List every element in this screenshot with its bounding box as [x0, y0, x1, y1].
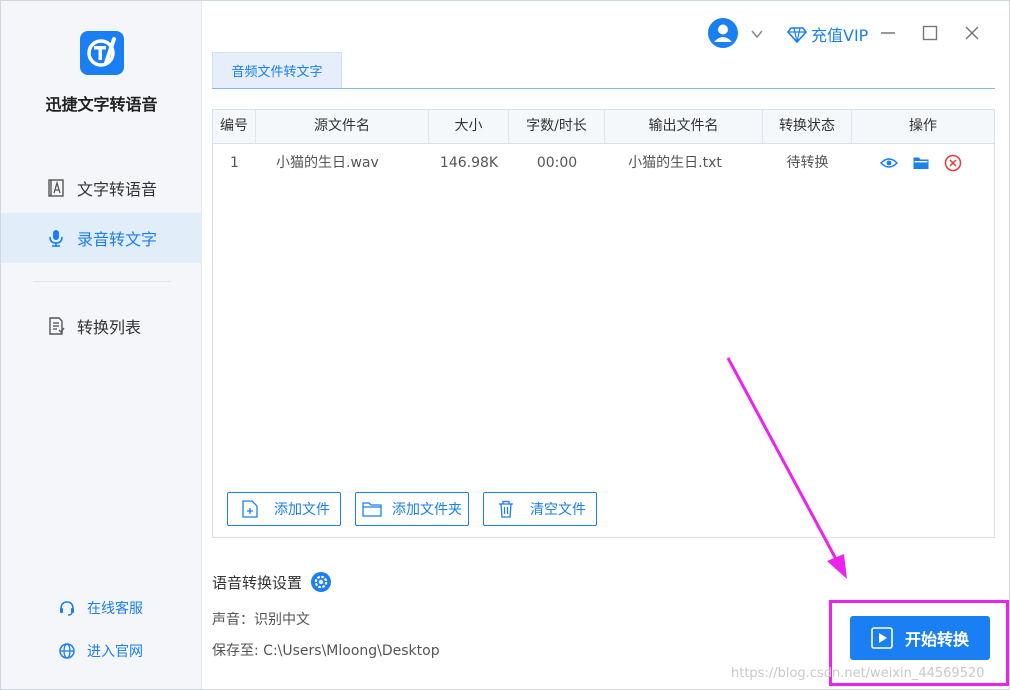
sidebar-item-label: 转换列表 [77, 318, 142, 337]
minimize-button[interactable] [877, 22, 899, 44]
table-row[interactable]: 1 小猫的生日.wav 146.98K 00:00 小猫的生日.txt 待转换 [213, 148, 994, 178]
microphone-icon [45, 227, 67, 249]
list-doc-icon [45, 315, 67, 337]
column-header-actions: 操作 [909, 118, 937, 134]
table-header: 编号 源文件名 大小 字数/时长 输出文件名 转换状态 操作 [213, 110, 994, 144]
column-header-index: 编号 [213, 110, 256, 143]
gear-icon[interactable] [310, 571, 332, 593]
row-duration: 00:00 [536, 155, 578, 171]
folder-icon[interactable] [911, 154, 931, 172]
app-name: 迅捷文字转语音 [45, 95, 158, 114]
clear-files-button[interactable]: 清空文件 [483, 492, 597, 526]
delete-icon[interactable] [943, 154, 963, 172]
user-icon[interactable] [708, 18, 738, 48]
sidebar-item-text-to-speech[interactable]: 文字转语音 [1, 163, 202, 213]
chevron-down-icon[interactable] [750, 27, 764, 41]
start-conversion-button[interactable]: 开始转换 [850, 616, 990, 660]
sidebar-item-conversion-list[interactable]: 转换列表 [1, 301, 202, 351]
settings-title: 语音转换设置 [212, 571, 332, 593]
text-to-speech-icon [45, 177, 67, 199]
column-header-source: 源文件名 [256, 110, 429, 143]
app-window: 迅捷文字转语音 文字转语音 录音转文字 转换列表 在线客服 进入官网 充值VIP… [0, 0, 1010, 690]
clear-files-label: 清空文件 [530, 502, 586, 518]
close-button[interactable] [961, 22, 983, 44]
play-icon [871, 627, 893, 649]
row-index: 1 [230, 155, 239, 171]
official-site-link[interactable]: 进入官网 [57, 641, 143, 661]
column-header-output: 输出文件名 [605, 110, 763, 143]
maximize-button[interactable] [919, 22, 941, 44]
watermark: https://blog.csdn.net/weixin_44569520 [731, 666, 985, 681]
online-service-label: 在线客服 [87, 601, 143, 617]
sidebar-item-label: 录音转文字 [77, 230, 158, 249]
row-actions [879, 154, 975, 172]
vip-label: 充值VIP [811, 26, 869, 45]
trash-icon [496, 499, 516, 519]
sidebar-divider [33, 281, 171, 282]
row-size: 146.98K [439, 155, 499, 171]
online-service-link[interactable]: 在线客服 [57, 598, 143, 618]
app-logo [80, 31, 124, 75]
row-source-file: 小猫的生日.wav [276, 155, 379, 171]
globe-icon [57, 641, 77, 661]
add-folder-label: 添加文件夹 [392, 502, 462, 518]
add-file-label: 添加文件 [274, 502, 330, 518]
add-file-button[interactable]: 添加文件 [227, 492, 341, 526]
add-file-icon [240, 499, 260, 519]
tab-underline [212, 88, 995, 89]
save-path[interactable]: 保存至: C:\Users\Mloong\Desktop [212, 640, 440, 660]
eye-icon[interactable] [879, 154, 899, 172]
sidebar-item-speech-to-text[interactable]: 录音转文字 [1, 213, 202, 263]
diamond-icon [786, 24, 808, 44]
add-folder-button[interactable]: 添加文件夹 [355, 492, 469, 526]
official-site-label: 进入官网 [87, 644, 143, 660]
recharge-vip-button[interactable]: 充值VIP [786, 22, 869, 46]
row-status: 待转换 [786, 155, 829, 171]
maximize-icon [922, 25, 938, 41]
sidebar: 迅捷文字转语音 文字转语音 录音转文字 转换列表 在线客服 进入官网 [1, 1, 202, 689]
add-folder-icon [362, 499, 382, 519]
minimize-icon [881, 32, 895, 34]
row-output-file: 小猫的生日.txt [628, 155, 722, 171]
voice-setting: 声音：识别中文 [212, 612, 310, 628]
tab-label: 音频文件转文字 [231, 65, 323, 80]
close-icon [965, 26, 979, 40]
start-label: 开始转换 [904, 630, 969, 649]
settings-title-text: 语音转换设置 [212, 573, 303, 592]
column-header-size: 大小 [429, 110, 509, 143]
file-table: 编号 源文件名 大小 字数/时长 输出文件名 转换状态 操作 1 小猫的生日.w… [212, 109, 995, 538]
sidebar-item-label: 文字转语音 [77, 180, 158, 199]
headset-icon [57, 598, 77, 618]
column-header-status: 转换状态 [763, 110, 852, 143]
tab-audio-to-text[interactable]: 音频文件转文字 [212, 52, 342, 88]
column-header-duration: 字数/时长 [509, 110, 605, 143]
